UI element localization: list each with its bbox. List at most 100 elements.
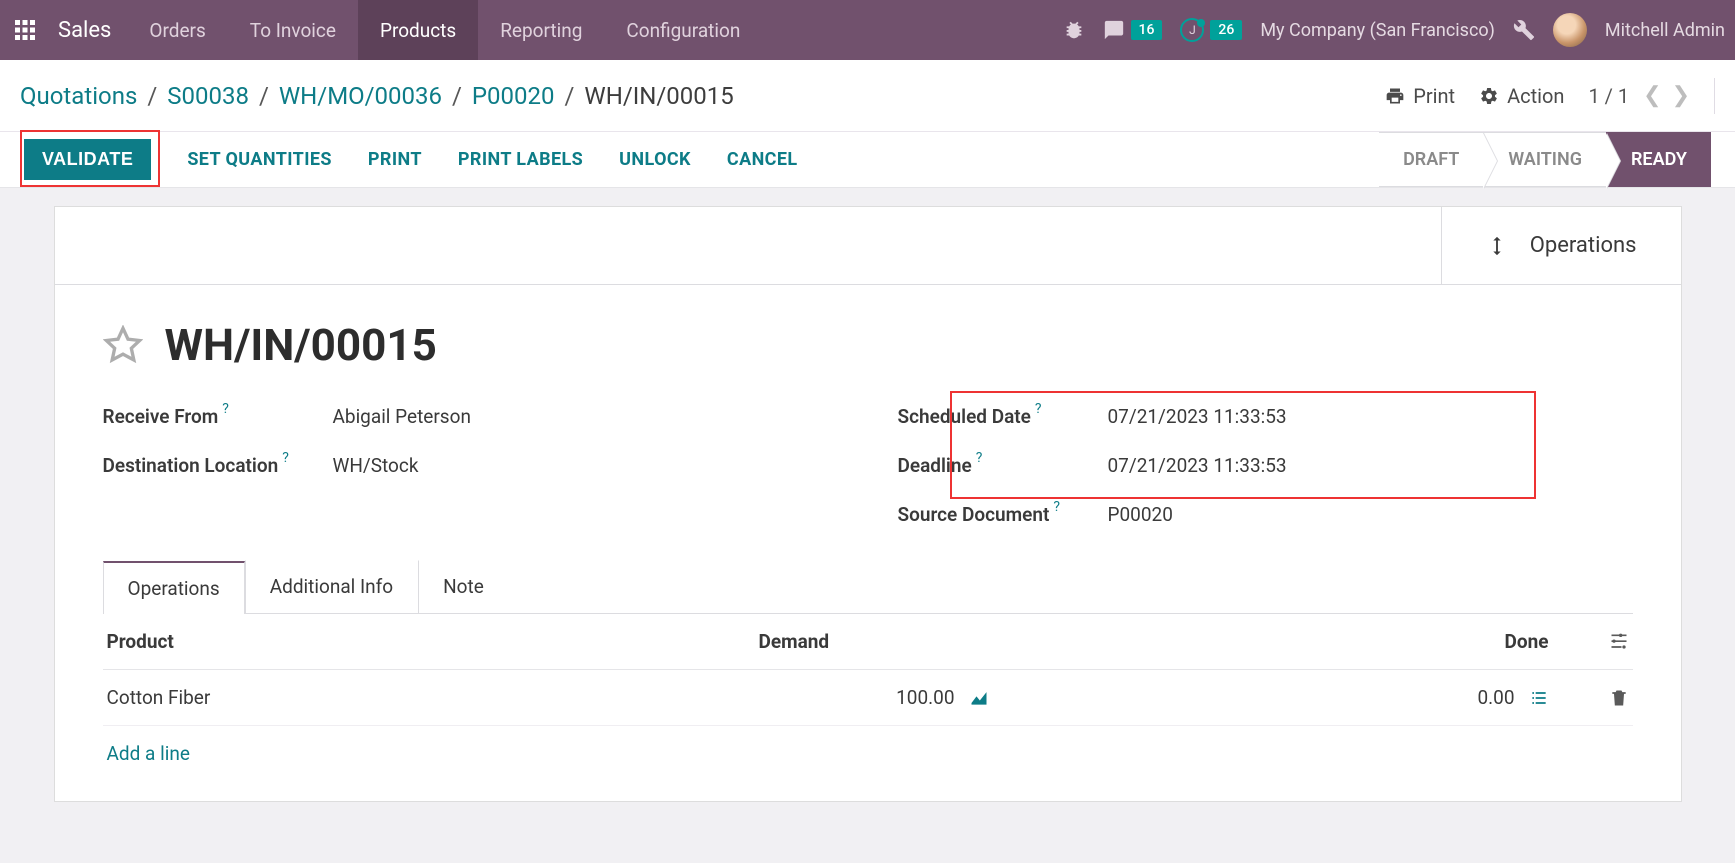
value-deadline: 07/21/2023 11:33:53 [1108, 454, 1287, 477]
pager-text: 1 / 1 [1588, 84, 1629, 108]
value-source-doc[interactable]: P00020 [1108, 503, 1173, 526]
star-icon[interactable] [103, 325, 143, 365]
divider [1714, 78, 1715, 114]
breadcrumb-current: WH/IN/00015 [584, 82, 733, 110]
forecast-icon[interactable] [969, 688, 989, 708]
action-toolbar: VALIDATE SET QUANTITIES PRINT PRINT LABE… [0, 132, 1735, 188]
table-row[interactable]: Cotton Fiber 100.00 0.00 [103, 670, 1633, 726]
breadcrumb-sep: / [259, 82, 269, 110]
label-deadline: Deadline [898, 454, 972, 477]
row-source-doc: Source Document ? P00020 [898, 503, 1633, 526]
pager-next-icon[interactable]: ❯ [1672, 83, 1690, 108]
cell-product[interactable]: Cotton Fiber [107, 686, 759, 709]
status-ready[interactable]: READY [1606, 132, 1711, 187]
cell-done[interactable]: 0.00 [1477, 686, 1514, 709]
validate-button[interactable]: VALIDATE [24, 139, 151, 180]
row-deadline: Deadline ? 07/21/2023 11:33:53 [898, 454, 1633, 477]
label-scheduled: Scheduled Date [898, 405, 1031, 428]
transfer-icon [1486, 232, 1508, 260]
top-navbar: Sales Orders To Invoice Products Reporti… [0, 0, 1735, 60]
activities-indicator[interactable]: J 26 [1180, 18, 1242, 42]
pager: 1 / 1 ❮ ❯ [1588, 83, 1690, 108]
detailed-ops-icon[interactable] [1529, 688, 1549, 708]
form-col-right: Scheduled Date ? 07/21/2023 11:33:53 Dea… [898, 405, 1633, 526]
delete-icon[interactable] [1609, 688, 1629, 708]
messages-indicator[interactable]: 16 [1103, 19, 1163, 41]
help-icon[interactable]: ? [222, 401, 229, 417]
settings-icon[interactable] [1609, 632, 1629, 652]
breadcrumb-sep: / [565, 82, 575, 110]
sheet-header: Operations [55, 207, 1681, 285]
print-button[interactable]: PRINT [368, 149, 422, 170]
status-draft[interactable]: DRAFT [1379, 132, 1483, 187]
clock-icon: J [1180, 18, 1204, 42]
nav-to-invoice[interactable]: To Invoice [228, 0, 358, 60]
print-labels-button[interactable]: PRINT LABELS [458, 149, 583, 170]
th-done: Done [1505, 630, 1549, 653]
user-name[interactable]: Mitchell Admin [1605, 20, 1725, 41]
set-quantities-button[interactable]: SET QUANTITIES [187, 149, 332, 170]
title-row: WH/IN/00015 [103, 319, 1633, 371]
help-icon[interactable]: ? [1053, 499, 1060, 515]
cancel-button[interactable]: CANCEL [727, 149, 798, 170]
row-destination: Destination Location ? WH/Stock [103, 454, 838, 477]
operations-stat-label: Operations [1530, 233, 1637, 258]
action-menu[interactable]: Action [1479, 84, 1564, 108]
tab-additional-info[interactable]: Additional Info [245, 560, 418, 613]
nav-products[interactable]: Products [358, 0, 478, 60]
help-icon[interactable]: ? [976, 450, 983, 466]
value-destination[interactable]: WH/Stock [333, 454, 419, 477]
breadcrumb-bar: Quotations / S00038 / WH/MO/00036 / P000… [0, 60, 1735, 132]
breadcrumb-s00038[interactable]: S00038 [167, 82, 249, 110]
breadcrumb-sep: / [147, 82, 157, 110]
breadcrumb-po[interactable]: P00020 [472, 82, 555, 110]
value-receive-from[interactable]: Abigail Peterson [333, 405, 471, 428]
table-header: Product Demand Done [103, 614, 1633, 670]
pager-prev-icon[interactable]: ❮ [1643, 83, 1661, 108]
form-sheet: Operations WH/IN/00015 Receive From ? [54, 206, 1682, 802]
activities-badge: 26 [1210, 20, 1242, 40]
print-action[interactable]: Print [1385, 84, 1455, 108]
company-switcher[interactable]: My Company (San Francisco) [1260, 20, 1495, 41]
gear-icon [1479, 86, 1499, 106]
app-name[interactable]: Sales [50, 18, 127, 43]
tab-note[interactable]: Note [418, 560, 509, 613]
support-icon[interactable] [1513, 19, 1535, 41]
sheet-wrap: Operations WH/IN/00015 Receive From ? [0, 188, 1735, 802]
operations-stat-button[interactable]: Operations [1441, 207, 1681, 284]
nav-orders[interactable]: Orders [127, 0, 227, 60]
label-source-doc: Source Document [898, 503, 1050, 526]
unlock-button[interactable]: UNLOCK [619, 149, 691, 170]
tab-operations[interactable]: Operations [103, 561, 245, 614]
breadcrumbs: Quotations / S00038 / WH/MO/00036 / P000… [20, 82, 734, 110]
operations-table: Product Demand Done Cotton Fiber 100.00 [103, 614, 1633, 781]
nav-reporting[interactable]: Reporting [478, 0, 604, 60]
help-icon[interactable]: ? [282, 450, 289, 466]
add-line-link[interactable]: Add a line [103, 726, 1633, 781]
status-bar: DRAFT WAITING READY [1379, 132, 1711, 187]
form-grid: Receive From ? Abigail Peterson Destinat… [103, 405, 1633, 526]
row-receive-from: Receive From ? Abigail Peterson [103, 405, 838, 428]
breadcrumb-quotations[interactable]: Quotations [20, 82, 137, 110]
sheet-body: WH/IN/00015 Receive From ? Abigail Peter… [55, 285, 1681, 801]
breadcrumb-actions: Print Action 1 / 1 ❮ ❯ [1385, 78, 1715, 114]
th-demand: Demand [759, 630, 830, 653]
document-title: WH/IN/00015 [165, 319, 437, 371]
navbar-right: 16 J 26 My Company (San Francisco) Mitch… [1063, 0, 1735, 60]
debug-icon[interactable] [1063, 19, 1085, 41]
nav-configuration[interactable]: Configuration [604, 0, 762, 60]
user-avatar[interactable] [1553, 13, 1587, 47]
breadcrumb-sep: / [452, 82, 462, 110]
tabs: Operations Additional Info Note [103, 560, 1633, 614]
breadcrumb-mo[interactable]: WH/MO/00036 [279, 82, 442, 110]
cell-demand[interactable]: 100.00 [896, 686, 954, 709]
print-label: Print [1413, 84, 1455, 108]
apps-icon[interactable] [0, 18, 50, 42]
navbar-left: Sales Orders To Invoice Products Reporti… [0, 0, 762, 60]
value-scheduled[interactable]: 07/21/2023 11:33:53 [1108, 405, 1287, 428]
help-icon[interactable]: ? [1035, 401, 1042, 417]
action-label: Action [1507, 84, 1564, 108]
th-product: Product [107, 630, 759, 653]
status-waiting[interactable]: WAITING [1483, 132, 1606, 187]
row-scheduled-date: Scheduled Date ? 07/21/2023 11:33:53 [898, 405, 1633, 428]
